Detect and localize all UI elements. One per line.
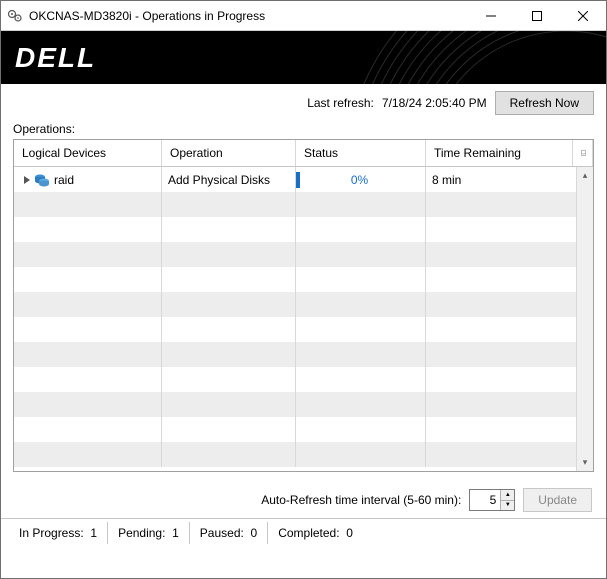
col-operation[interactable]: Operation: [162, 140, 296, 166]
auto-refresh-row: Auto-Refresh time interval (5-60 min): ▲…: [1, 472, 606, 519]
table-row: [14, 417, 576, 442]
operation-value: Add Physical Disks: [162, 167, 296, 192]
table-row: [14, 342, 576, 367]
table-row: [14, 367, 576, 392]
app-window: OKCNAS-MD3820i - Operations in Progress …: [0, 0, 607, 579]
col-status[interactable]: Status: [296, 140, 426, 166]
progress-bar: 0%: [296, 172, 419, 188]
refresh-now-button[interactable]: Refresh Now: [495, 91, 594, 115]
minimize-button[interactable]: [468, 1, 514, 31]
table-row: [14, 317, 576, 342]
time-remaining-value: 8 min: [426, 167, 576, 192]
table-header: Logical Devices Operation Status Time Re…: [14, 140, 593, 167]
spin-down-icon[interactable]: ▼: [501, 501, 514, 511]
maximize-button[interactable]: [514, 1, 560, 31]
disk-group-icon: [34, 172, 50, 188]
window-controls: [468, 1, 606, 31]
table-row: [14, 442, 576, 467]
table-row: [14, 267, 576, 292]
auto-refresh-label: Auto-Refresh time interval (5-60 min):: [261, 493, 461, 507]
brand-banner: DELL: [1, 31, 606, 84]
expand-caret-icon[interactable]: [24, 176, 30, 184]
status-pending: Pending: 1: [108, 522, 190, 544]
table-row: [14, 217, 576, 242]
table-row[interactable]: raid Add Physical Disks 0% 8 min: [14, 167, 576, 192]
table-row: [14, 242, 576, 267]
column-picker-button[interactable]: [573, 140, 593, 166]
status-paused: Paused: 0: [190, 522, 268, 544]
close-button[interactable]: [560, 1, 606, 31]
table-scrollbar[interactable]: ▴ ▾: [576, 167, 593, 471]
refresh-row: Last refresh: 7/18/24 2:05:40 PM Refresh…: [1, 84, 606, 122]
scroll-down-icon[interactable]: ▾: [577, 454, 593, 471]
update-button[interactable]: Update: [523, 488, 592, 512]
table-body: raid Add Physical Disks 0% 8 min: [14, 167, 576, 471]
operations-table: Logical Devices Operation Status Time Re…: [13, 139, 594, 472]
last-refresh-time: 7/18/24 2:05:40 PM: [382, 96, 487, 110]
table-row: [14, 392, 576, 417]
window-title: OKCNAS-MD3820i - Operations in Progress: [29, 9, 468, 23]
operations-label: Operations:: [1, 122, 606, 139]
table-row: [14, 192, 576, 217]
titlebar: OKCNAS-MD3820i - Operations in Progress: [1, 1, 606, 31]
interval-spinner[interactable]: ▲ ▼: [469, 489, 515, 511]
dell-logo: DELL: [15, 42, 96, 74]
status-in-progress: In Progress: 1: [9, 522, 108, 544]
col-logical-devices[interactable]: Logical Devices: [14, 140, 162, 166]
last-refresh-label: Last refresh:: [307, 96, 374, 110]
table-row: [14, 292, 576, 317]
banner-arcs: [146, 31, 606, 84]
col-time-remaining[interactable]: Time Remaining: [426, 140, 573, 166]
status-completed: Completed: 0: [268, 522, 363, 544]
status-bar: In Progress: 1 Pending: 1 Paused: 0 Comp…: [1, 519, 606, 547]
progress-text: 0%: [351, 173, 368, 187]
spin-up-icon[interactable]: ▲: [501, 490, 514, 501]
scroll-up-icon[interactable]: ▴: [577, 167, 593, 184]
interval-input[interactable]: [470, 490, 500, 510]
device-name: raid: [54, 173, 74, 187]
gears-icon: [7, 8, 23, 24]
